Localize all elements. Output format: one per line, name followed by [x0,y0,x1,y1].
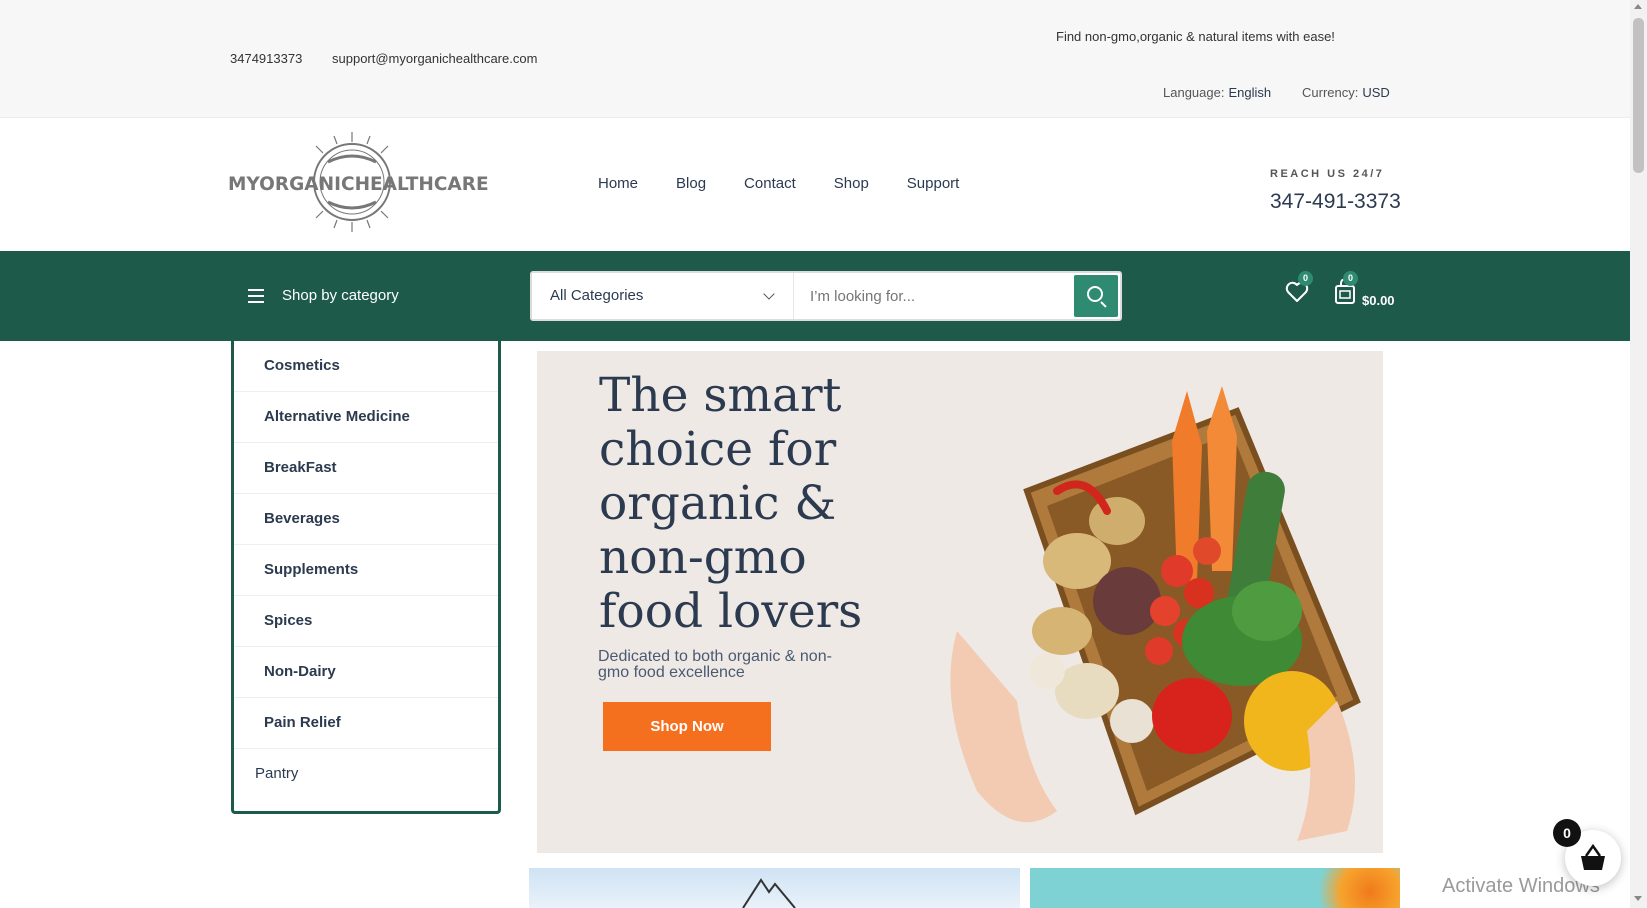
category-item-alternative-medicine[interactable]: Alternative Medicine [234,392,498,443]
category-item-cosmetics[interactable]: Cosmetics [234,341,498,392]
nav-shop[interactable]: Shop [834,175,869,192]
promo-text: Find non-gmo,organic & natural items wit… [1056,29,1335,44]
fruit-image [1300,868,1400,908]
main-nav: Home Blog Contact Shop Support [598,175,997,192]
hero-headline: The smart choice for organic & non-gmo f… [599,368,863,639]
nav-home[interactable]: Home [598,175,638,192]
logo-text: MYORGANICHEALTHCARE [228,174,489,195]
shop-now-button[interactable]: Shop Now [603,702,771,751]
category-item-supplements[interactable]: Supplements [234,545,498,596]
top-bar: 3474913373 support@myorganichealthcare.c… [0,0,1630,118]
category-item-beverages[interactable]: Beverages [234,494,498,545]
vegetable-crate-image [950,386,1361,841]
page: 3474913373 support@myorganichealthcare.c… [0,0,1647,908]
category-item-non-dairy[interactable]: Non-Dairy [234,647,498,698]
category-item-spices[interactable]: Spices [234,596,498,647]
nav-blog[interactable]: Blog [676,175,706,192]
hero-banner: The smart choice for organic & non-gmo f… [537,351,1383,853]
shop-by-category-label: Shop by category [282,287,399,304]
reach-us-label: REACH US 24/7 [1270,168,1385,180]
nav-contact[interactable]: Contact [744,175,796,192]
top-phone-link[interactable]: 3474913373 [230,51,302,66]
cart-button[interactable]: 0 [1333,271,1358,305]
floating-cart-count-badge: 0 [1553,819,1581,847]
site-header: MYORGANICHEALTHCARE Home Blog Contact Sh… [0,118,1630,251]
search-icon [1087,286,1103,302]
search-input[interactable] [810,273,1080,319]
category-menu: Cosmetics Alternative Medicine BreakFast… [231,341,501,814]
scroll-up-arrow-icon[interactable] [1634,4,1642,9]
chevron-down-icon [763,288,775,300]
currency-value[interactable]: USD [1362,85,1389,100]
currency-label: Currency: [1302,85,1359,100]
hotline-number[interactable]: 347-491-3373 [1270,190,1401,214]
cart-count-badge: 0 [1343,271,1358,286]
category-select-value: All Categories [550,287,644,304]
top-email-link[interactable]: support@myorganichealthcare.com [332,51,537,66]
page-scrollbar[interactable] [1630,0,1647,908]
category-item-breakfast[interactable]: BreakFast [234,443,498,494]
search-button[interactable] [1074,275,1118,317]
search-bar: All Categories [530,271,1122,321]
wishlist-button[interactable]: 0 [1284,271,1313,305]
language-label: Language: [1163,85,1225,100]
language-value[interactable]: English [1228,85,1271,100]
currency-selector[interactable]: Currency: USD [1302,85,1390,100]
site-logo[interactable]: MYORGANICHEALTHCARE [228,132,489,236]
scrollbar-thumb[interactable] [1633,18,1644,173]
promo-banner-right[interactable] [1030,868,1400,908]
shop-by-category-button[interactable]: Shop by category [248,287,399,304]
nav-support[interactable]: Support [907,175,960,192]
category-select[interactable]: All Categories [532,273,794,319]
list-icon [248,288,264,303]
cart-total[interactable]: $0.00 [1362,293,1395,308]
language-selector[interactable]: Language: English [1163,85,1271,100]
mountain-icon [742,878,796,908]
search-toolbar: Shop by category All Categories 0 [0,251,1630,341]
hero-subtitle: Dedicated to both organic & non-gmo food… [598,648,832,681]
promo-banner-left[interactable] [529,868,1020,908]
wishlist-count-badge: 0 [1298,271,1313,286]
scroll-down-arrow-icon[interactable] [1634,896,1642,901]
category-item-pantry[interactable]: Pantry [234,749,498,800]
category-item-pain-relief[interactable]: Pain Relief [234,698,498,749]
